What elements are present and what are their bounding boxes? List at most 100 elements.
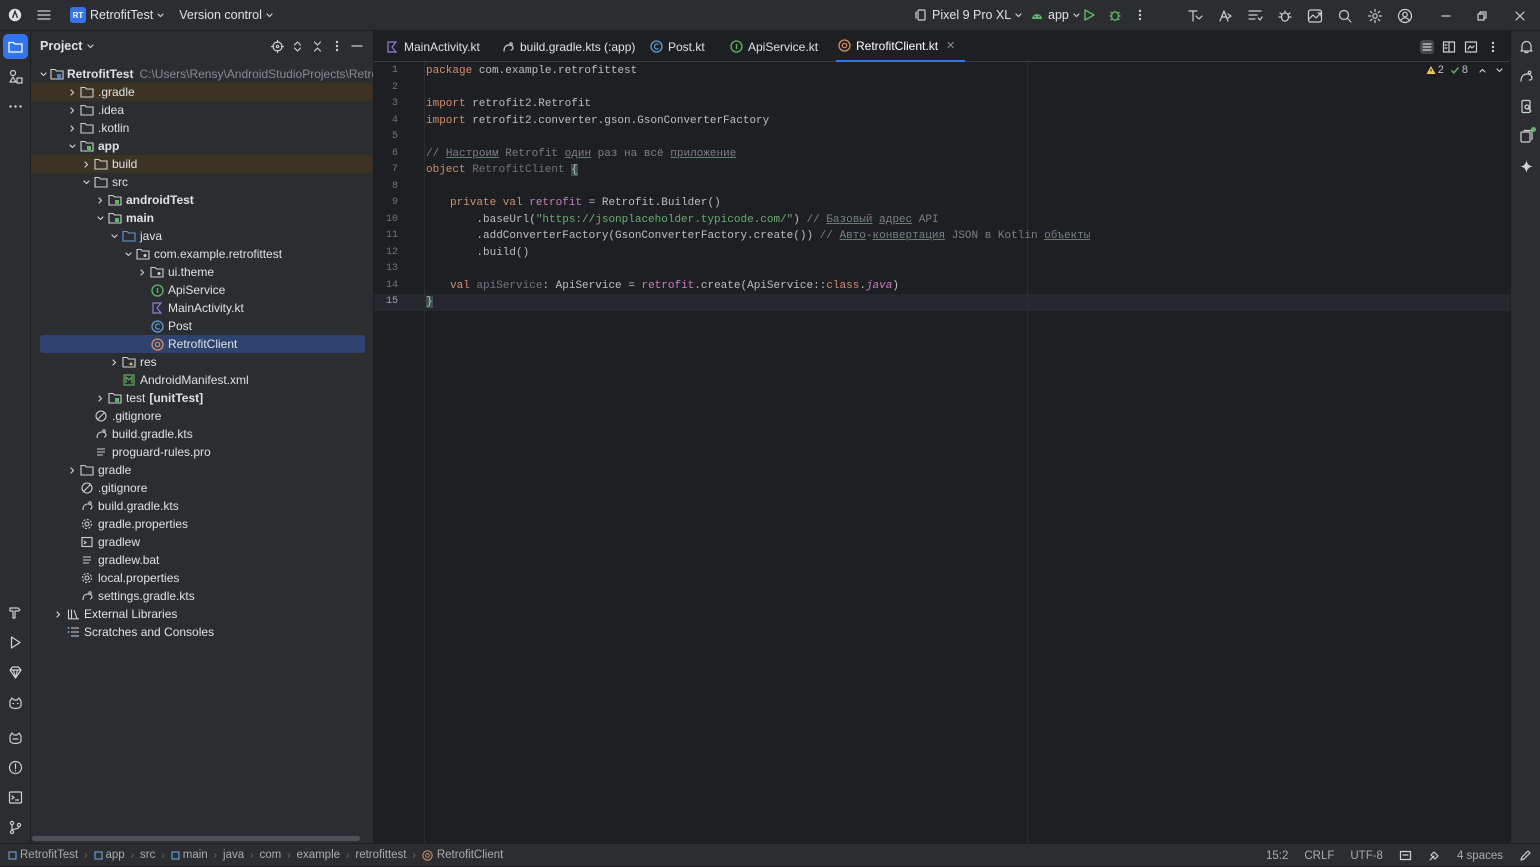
tree-item[interactable]: com.example.retrofittest xyxy=(31,245,373,263)
sync-gradle-button[interactable] xyxy=(1240,0,1270,31)
hide-panel-button[interactable] xyxy=(347,31,367,61)
notifications-button[interactable] xyxy=(1514,34,1539,59)
tree-item[interactable]: gradle xyxy=(31,461,373,479)
tree-item[interactable]: androidTest xyxy=(31,191,373,209)
chevron-down-icon[interactable] xyxy=(81,173,91,191)
tree-item[interactable]: gradlew.bat xyxy=(31,551,373,569)
chevron-right-icon[interactable] xyxy=(67,461,77,479)
line-number-gutter[interactable]: 1 2 3 4 5 6 7 8 9 10 11 12 13 14 15 xyxy=(374,62,426,843)
restore-window-button[interactable] xyxy=(1464,0,1500,31)
chevron-right-icon[interactable] xyxy=(95,389,105,407)
design-view-button[interactable] xyxy=(1460,31,1482,62)
tab-post[interactable]: Post.kt xyxy=(648,31,705,62)
device-selector[interactable]: Pixel 9 Pro XL xyxy=(910,4,1027,26)
version-control-tool-button[interactable] xyxy=(3,815,28,840)
tab-retrofitclient[interactable]: RetrofitClient.kt ✕ xyxy=(836,31,966,62)
tree-item[interactable]: local.properties xyxy=(31,569,373,587)
tree-item[interactable]: main xyxy=(31,209,373,227)
select-opened-file-button[interactable] xyxy=(267,31,287,61)
lock-icon[interactable] xyxy=(1519,849,1532,862)
terminal-tool-button[interactable] xyxy=(3,785,28,810)
build-tool-button[interactable] xyxy=(3,600,28,625)
gemini-button[interactable] xyxy=(1514,154,1539,179)
tree-item[interactable]: .gradle xyxy=(31,83,373,101)
tree-item[interactable]: ui.theme xyxy=(31,263,373,281)
run-tool-button[interactable] xyxy=(3,630,28,655)
chevron-down-icon[interactable] xyxy=(86,42,95,51)
breadcrumb-item[interactable]: example xyxy=(297,849,340,861)
device-file-explorer-button[interactable] xyxy=(1514,94,1539,119)
more-tools-button[interactable] xyxy=(3,94,28,119)
running-devices-button[interactable] xyxy=(1514,124,1539,149)
collapse-all-button[interactable] xyxy=(307,31,327,61)
tab-options-button[interactable] xyxy=(1482,31,1504,62)
tree-root[interactable]: RetrofitTest C:\Users\Rensy\AndroidStudi… xyxy=(31,65,373,83)
android-studio-logo-icon[interactable] xyxy=(0,0,30,31)
project-switcher[interactable]: RT RetrofitTest xyxy=(66,4,169,26)
code-editor[interactable]: 1 2 3 4 5 6 7 8 9 10 11 12 13 14 15 package com.exampl… xyxy=(374,62,1510,843)
chevron-down-icon[interactable] xyxy=(95,209,105,227)
resource-manager-button[interactable] xyxy=(3,64,28,89)
file-encoding[interactable]: UTF-8 xyxy=(1350,850,1383,862)
chevron-down-icon[interactable] xyxy=(109,227,119,245)
chevron-down-icon[interactable] xyxy=(1495,66,1504,75)
device-manager-button[interactable] xyxy=(1300,0,1330,31)
power-save-icon[interactable] xyxy=(1428,849,1441,862)
chevron-right-icon[interactable] xyxy=(137,263,147,281)
chevron-down-icon[interactable] xyxy=(67,137,77,155)
chevron-down-icon[interactable] xyxy=(39,65,48,83)
search-everywhere-button[interactable] xyxy=(1330,0,1360,31)
split-view-button[interactable] xyxy=(1438,31,1460,62)
tree-item[interactable]: app xyxy=(31,137,373,155)
chevron-right-icon[interactable] xyxy=(53,605,63,623)
expand-all-button[interactable] xyxy=(287,31,307,61)
tree-item[interactable]: build xyxy=(31,155,373,173)
caret-position[interactable]: 15:2 xyxy=(1266,850,1288,862)
minimize-window-button[interactable] xyxy=(1428,0,1464,31)
tree-item[interactable]: .idea xyxy=(31,101,373,119)
tree-item[interactable]: test [unitTest] xyxy=(31,389,373,407)
logcat-tool-button[interactable] xyxy=(3,690,28,715)
line-separator[interactable]: CRLF xyxy=(1304,850,1334,862)
version-control-menu[interactable]: Version control xyxy=(175,4,278,26)
gemini-tool-button[interactable] xyxy=(3,660,28,685)
breadcrumb-item[interactable]: java xyxy=(223,849,244,861)
tree-item[interactable]: Post xyxy=(31,317,373,335)
breadcrumb-item[interactable]: retrofittest xyxy=(355,849,406,861)
more-actions-button[interactable] xyxy=(1125,0,1155,31)
tree-item[interactable]: settings.gradle.kts xyxy=(31,587,373,605)
breadcrumb-item[interactable]: com xyxy=(259,849,281,861)
attach-debugger-button[interactable] xyxy=(1270,0,1300,31)
tree-item[interactable]: gradle.properties xyxy=(31,515,373,533)
tree-item[interactable]: build.gradle.kts xyxy=(31,425,373,443)
project-tool-button[interactable] xyxy=(3,34,28,59)
breadcrumb-item[interactable]: src xyxy=(140,849,155,861)
project-panel-title[interactable]: Project xyxy=(40,39,82,53)
chevron-right-icon[interactable] xyxy=(67,83,77,101)
chevron-right-icon[interactable] xyxy=(95,191,105,209)
chevron-right-icon[interactable] xyxy=(81,155,91,173)
tree-item[interactable]: build.gradle.kts xyxy=(31,497,373,515)
breadcrumb-item[interactable]: app xyxy=(93,849,125,861)
tree-item[interactable]: ApiService xyxy=(31,281,373,299)
settings-button[interactable] xyxy=(1360,0,1390,31)
close-tab-icon[interactable]: ✕ xyxy=(946,39,955,52)
chevron-right-icon[interactable] xyxy=(109,353,119,371)
tree-item[interactable]: .kotlin xyxy=(31,119,373,137)
tree-item[interactable]: Scratches and Consoles xyxy=(31,623,373,641)
tree-item[interactable]: External Libraries xyxy=(31,605,373,623)
panel-options-button[interactable] xyxy=(327,31,347,61)
chevron-up-icon[interactable] xyxy=(1478,66,1487,75)
tree-item[interactable]: AndroidManifest.xml xyxy=(31,371,373,389)
account-button[interactable] xyxy=(1390,0,1420,31)
gradle-tool-button[interactable] xyxy=(1514,64,1539,89)
chevron-right-icon[interactable] xyxy=(67,119,77,137)
breadcrumb-item[interactable]: RetrofitClient xyxy=(422,849,503,861)
close-window-button[interactable] xyxy=(1500,0,1540,31)
tree-item[interactable]: java xyxy=(31,227,373,245)
horizontal-scrollbar[interactable] xyxy=(32,836,360,841)
main-menu-icon[interactable] xyxy=(30,0,58,31)
inspections-widget[interactable]: 2 8 xyxy=(1426,64,1504,76)
tab-apiservice[interactable]: ApiService.kt xyxy=(728,31,818,62)
indent-setting[interactable]: 4 spaces xyxy=(1457,850,1503,862)
